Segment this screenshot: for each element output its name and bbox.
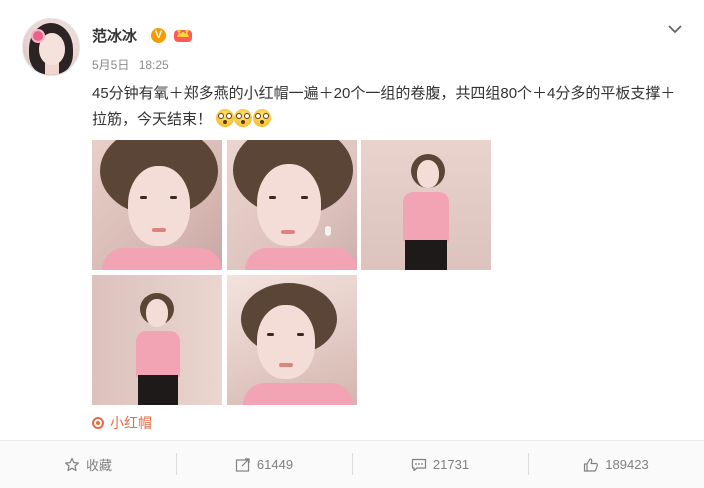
topic-label: 小红帽 (110, 415, 152, 431)
photo-pants (405, 240, 447, 270)
verified-badge-icon: V (151, 28, 166, 43)
photo-eye (301, 196, 308, 199)
star-icon (64, 457, 79, 471)
dizzy-face-emoji-icon (234, 109, 253, 127)
photo-shirt (243, 383, 353, 405)
post-photo-4[interactable] (92, 275, 222, 405)
comment-count: 21731 (432, 457, 470, 472)
photo-lip (279, 363, 293, 367)
post-body: 45分钟有氧＋郑多燕的小红帽一遍＋20个一组的卷腹，共四组80个＋4分多的平板支… (92, 85, 676, 128)
post-time[interactable]: 18:25 (139, 58, 169, 72)
photo-lip (281, 230, 295, 234)
repost-count: 61449 (256, 457, 294, 472)
topic-pin-icon (92, 417, 104, 429)
like-count: 189423 (605, 457, 649, 472)
photo-shirt (245, 248, 357, 270)
photo-earring (325, 226, 331, 236)
photo-face (257, 305, 315, 379)
post-photo-1[interactable] (92, 140, 222, 270)
photo-shirt (136, 331, 180, 377)
post-date[interactable]: 5月5日 (92, 58, 129, 72)
favorite-label: 收藏 (85, 458, 112, 473)
photo-lip (152, 228, 166, 232)
comment-icon (411, 458, 427, 471)
photo-eye (140, 196, 147, 199)
photo-face (146, 299, 168, 327)
username[interactable]: 范冰冰 (92, 25, 137, 46)
crown-icon[interactable] (173, 26, 193, 43)
comment-button[interactable]: 21731 (352, 441, 528, 488)
photo-shirt (102, 248, 222, 270)
like-button[interactable]: 189423 (528, 441, 704, 488)
favorite-button[interactable]: 收藏 (0, 441, 176, 488)
repost-icon (235, 457, 250, 472)
action-bar: 收藏 61449 21731 189423 (0, 441, 704, 488)
topic-link[interactable]: 小红帽 (92, 413, 152, 433)
post-photo-3[interactable] (361, 140, 491, 270)
photo-eye (297, 333, 304, 336)
dizzy-face-emoji-icon (252, 109, 271, 127)
photo-eye (170, 196, 177, 199)
like-icon (584, 457, 599, 472)
photo-eye (269, 196, 276, 199)
post-meta: 5月5日 18:25 (92, 56, 169, 73)
avatar-flower (33, 31, 43, 41)
avatar[interactable] (22, 18, 80, 76)
photo-face (128, 166, 190, 246)
post-text: 45分钟有氧＋郑多燕的小红帽一遍＋20个一组的卷腹，共四组80个＋4分多的平板支… (92, 81, 682, 133)
dizzy-face-emoji-icon (216, 109, 235, 127)
photo-eye (267, 333, 274, 336)
repost-button[interactable]: 61449 (176, 441, 352, 488)
photo-face (417, 160, 439, 188)
photo-shirt (403, 192, 449, 242)
chevron-down-icon[interactable] (668, 24, 682, 34)
post-photo-5[interactable] (227, 275, 357, 405)
photo-pants (138, 375, 178, 405)
post-photo-2[interactable] (227, 140, 357, 270)
avatar-face (39, 33, 65, 65)
